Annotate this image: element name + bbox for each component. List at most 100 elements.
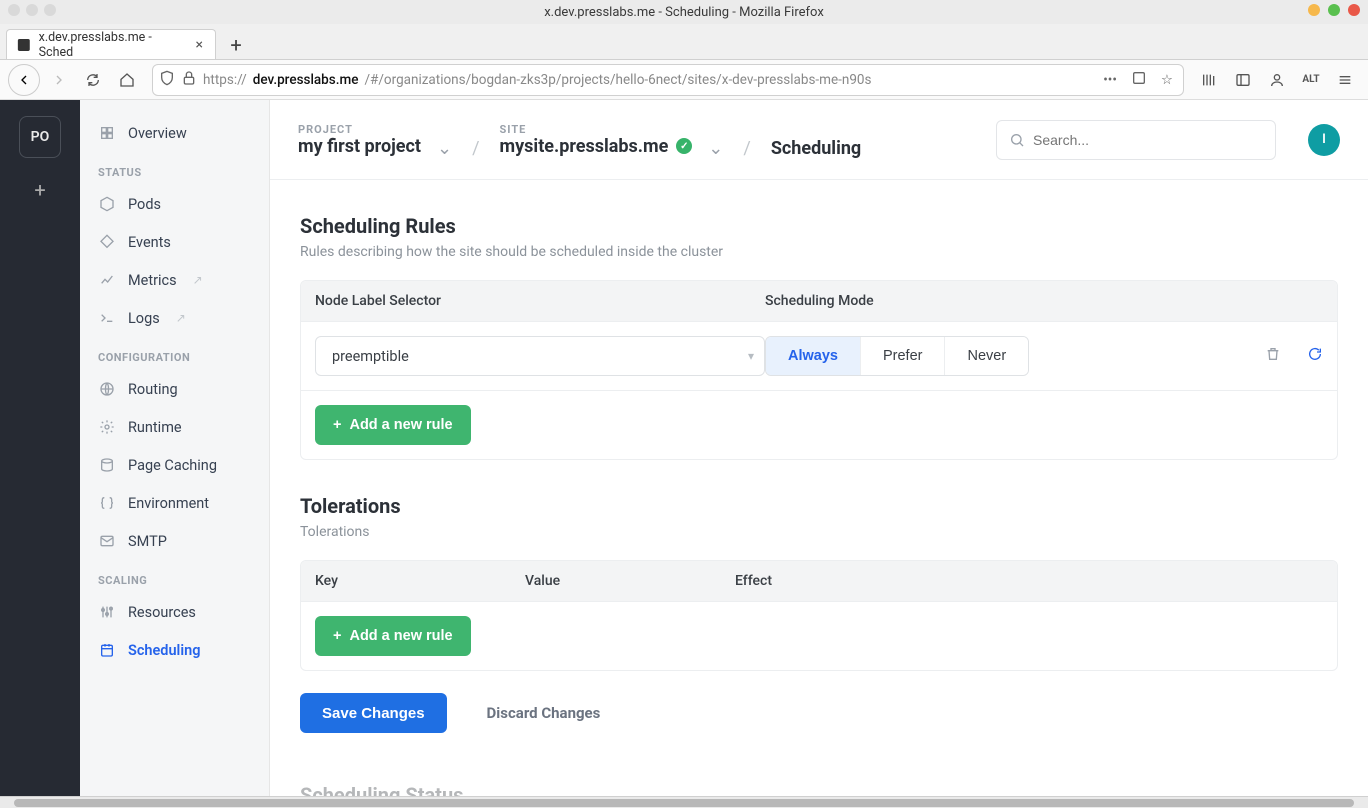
page-actions-icon[interactable]: •••	[1099, 72, 1121, 88]
bookmark-icon[interactable]: ☆	[1157, 72, 1177, 88]
sidebar-toggle-button[interactable]	[1228, 65, 1258, 95]
window-dot	[8, 4, 20, 16]
table-header: Node Label Selector Scheduling Mode	[301, 281, 1337, 321]
sidebar-section-configuration: CONFIGURATION	[80, 337, 269, 370]
caret-down-icon: ▾	[748, 349, 754, 363]
chevron-down-icon[interactable]: ⌄	[708, 138, 723, 159]
button-label: Add a new rule	[349, 417, 452, 433]
window-maximize-icon[interactable]	[1328, 4, 1340, 16]
reader-icon[interactable]	[1127, 70, 1151, 90]
home-button[interactable]	[112, 65, 142, 95]
breadcrumb-label: PROJECT	[298, 123, 421, 136]
breadcrumb-separator: /	[743, 138, 750, 159]
favicon-icon	[17, 38, 31, 52]
search-field[interactable]	[1033, 132, 1263, 148]
library-button[interactable]	[1194, 65, 1224, 95]
select-value: preemptible	[332, 348, 409, 365]
save-button[interactable]: Save Changes	[300, 693, 447, 733]
sidebar-item-label: Scheduling	[128, 642, 200, 659]
breadcrumb-site[interactable]: SITE mysite.presslabs.me ✓	[500, 123, 693, 157]
sidebar-item-label: Events	[128, 234, 171, 251]
org-badge[interactable]: PO	[19, 116, 61, 158]
window-minimize-icon[interactable]	[1308, 4, 1320, 16]
sidebar-item-environment[interactable]: Environment	[80, 484, 269, 522]
sidebar-item-label: SMTP	[128, 533, 167, 550]
sidebar-item-routing[interactable]: Routing	[80, 370, 269, 408]
url-bar[interactable]: https://dev.presslabs.me/#/organizations…	[152, 64, 1184, 96]
add-org-button[interactable]: +	[34, 178, 45, 202]
sidebar-item-label: Routing	[128, 381, 178, 398]
search-icon	[1009, 132, 1025, 148]
rotate-icon	[1307, 346, 1323, 362]
sidebar-item-scheduling[interactable]: Scheduling	[80, 631, 269, 669]
mail-icon	[98, 532, 116, 550]
reload-icon	[85, 72, 101, 88]
globe-icon	[98, 380, 116, 398]
scrollbar-thumb[interactable]	[14, 799, 1354, 807]
section-title: Scheduling Rules	[300, 214, 1338, 238]
external-link-icon: ↗	[176, 311, 186, 325]
content-scroll[interactable]: Scheduling Rules Rules describing how th…	[270, 180, 1368, 796]
trash-icon	[1265, 346, 1281, 362]
sidebar-item-events[interactable]: Events	[80, 223, 269, 261]
sidebar-item-label: Resources	[128, 604, 196, 621]
mode-prefer-button[interactable]: Prefer	[861, 337, 946, 375]
horizontal-scrollbar[interactable]	[0, 796, 1368, 808]
sidebar-icon	[1235, 72, 1251, 88]
menu-button[interactable]	[1330, 65, 1360, 95]
url-domain: dev.presslabs.me	[253, 72, 359, 88]
window-titlebar: x.dev.presslabs.me - Scheduling - Mozill…	[0, 0, 1368, 24]
lock-icon	[181, 70, 197, 90]
discard-button[interactable]: Discard Changes	[487, 704, 601, 722]
add-rule-button[interactable]: + Add a new rule	[315, 405, 471, 445]
account-icon	[1269, 72, 1285, 88]
user-avatar[interactable]: I	[1308, 124, 1340, 156]
url-path: /#/organizations/bogdan-zks3p/projects/h…	[364, 72, 1093, 88]
sidebar-item-label: Environment	[128, 495, 209, 512]
add-row-container: + Add a new rule	[301, 601, 1337, 670]
hamburger-icon	[1337, 72, 1353, 88]
reset-row-button[interactable]	[1307, 346, 1323, 366]
add-toleration-button[interactable]: + Add a new rule	[315, 616, 471, 656]
mode-always-button[interactable]: Always	[766, 337, 861, 375]
delete-row-button[interactable]	[1265, 346, 1281, 366]
sidebar-item-label: Logs	[128, 310, 160, 327]
breadcrumb-value: mysite.presslabs.me ✓	[500, 136, 693, 157]
breadcrumb-separator: /	[472, 138, 479, 159]
reload-button[interactable]	[78, 65, 108, 95]
database-icon	[98, 456, 116, 474]
sidebar-item-metrics[interactable]: Metrics↗	[80, 261, 269, 299]
button-label: Add a new rule	[349, 628, 452, 644]
sidebar-item-smtp[interactable]: SMTP	[80, 522, 269, 560]
sidebar[interactable]: Overview STATUS Pods Events Metrics↗ Log…	[80, 100, 270, 796]
browser-tab[interactable]: x.dev.presslabs.me - Sched ×	[6, 29, 216, 59]
forward-button[interactable]	[44, 65, 74, 95]
new-tab-button[interactable]: +	[222, 31, 250, 59]
alt-button[interactable]: ALT	[1296, 65, 1326, 95]
window-close-icon[interactable]	[1348, 4, 1360, 16]
sidebar-item-logs[interactable]: Logs ↗	[80, 299, 269, 337]
sidebar-item-pods[interactable]: Pods	[80, 185, 269, 223]
add-row-container: + Add a new rule	[301, 390, 1337, 459]
cube-icon	[98, 195, 116, 213]
sidebar-item-overview[interactable]: Overview	[80, 114, 269, 152]
grid-icon	[98, 124, 116, 142]
chart-icon	[98, 271, 116, 289]
sidebar-section-status: STATUS	[80, 152, 269, 185]
sidebar-item-runtime[interactable]: Runtime	[80, 408, 269, 446]
breadcrumb-label: SITE	[500, 123, 693, 136]
node-label-select[interactable]: preemptible ▾	[315, 336, 765, 376]
window-dots-right	[1308, 4, 1360, 16]
breadcrumb-project[interactable]: PROJECT my first project	[298, 123, 421, 157]
tag-icon	[98, 233, 116, 251]
mode-never-button[interactable]: Never	[945, 337, 1028, 375]
tab-close-button[interactable]: ×	[194, 37, 205, 53]
chevron-down-icon[interactable]: ⌄	[437, 138, 452, 159]
sidebar-item-resources[interactable]: Resources	[80, 593, 269, 631]
scheduling-rules-table: Node Label Selector Scheduling Mode pree…	[300, 280, 1338, 460]
account-button[interactable]	[1262, 65, 1292, 95]
sidebar-item-page-caching[interactable]: Page Caching	[80, 446, 269, 484]
search-input[interactable]	[996, 120, 1276, 160]
back-button[interactable]	[8, 64, 40, 96]
section-title-cut: Scheduling Status	[300, 783, 1338, 796]
